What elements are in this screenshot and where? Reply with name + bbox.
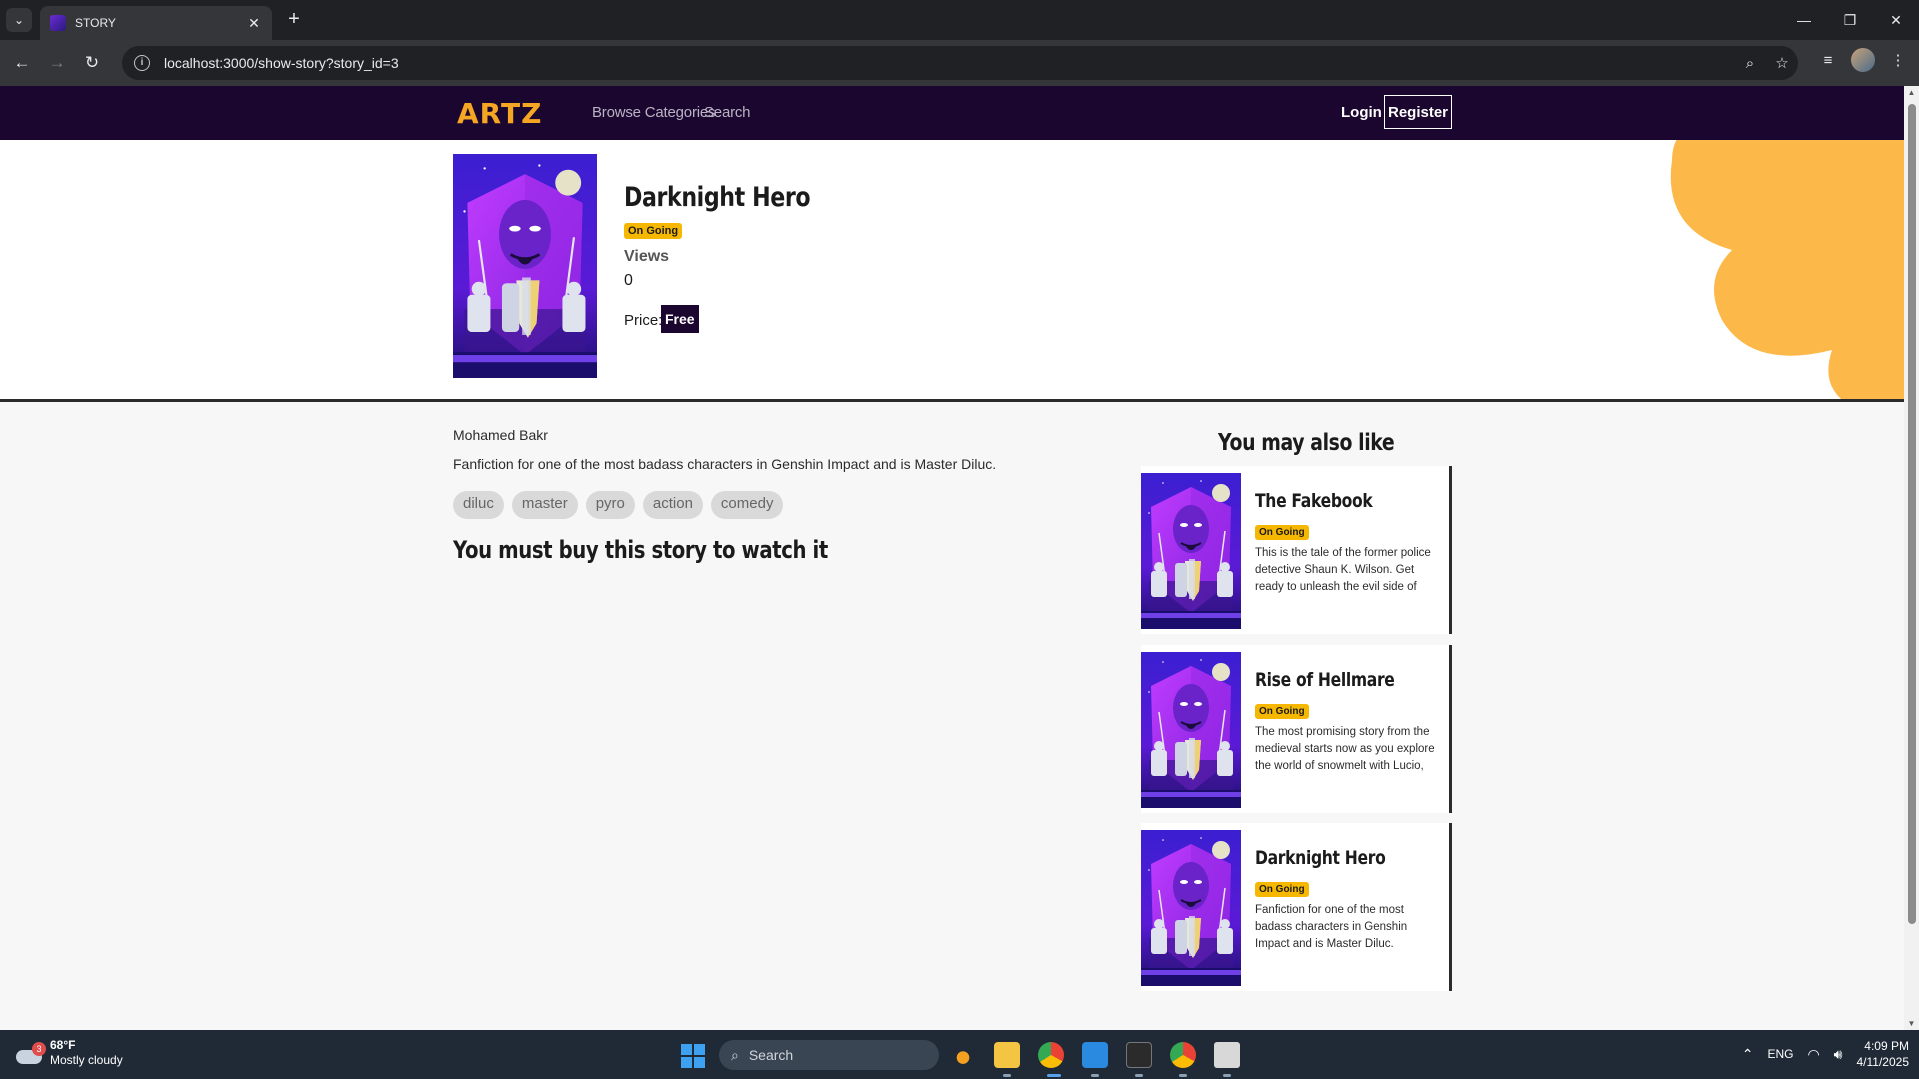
drop-app-icon[interactable] <box>950 1042 976 1068</box>
close-window-button[interactable]: ✕ <box>1873 0 1919 40</box>
app-running-indicator <box>1223 1074 1231 1077</box>
views-count: 0 <box>624 272 633 289</box>
recommendation-title[interactable]: Rise of Hellmare <box>1255 669 1395 691</box>
reload-button[interactable]: ↻ <box>79 50 105 76</box>
file-explorer-icon[interactable] <box>994 1042 1020 1068</box>
login-link[interactable]: Login <box>1341 104 1382 121</box>
app-running-indicator <box>1135 1074 1143 1077</box>
recommendation-cover-image <box>1141 473 1241 629</box>
tag-chip[interactable]: comedy <box>710 491 784 519</box>
app-running-indicator <box>1003 1074 1011 1077</box>
search-icon: ⌕ <box>731 1046 739 1063</box>
decorative-blob <box>1670 140 1904 399</box>
recommendations-heading: You may also like <box>1218 430 1395 456</box>
browser-tab[interactable]: STORY ✕ <box>40 6 272 40</box>
taskbar-search[interactable]: ⌕ Search <box>719 1040 939 1070</box>
zoom-icon[interactable]: ⌕ <box>1734 55 1766 72</box>
status-badge: On Going <box>1255 525 1309 540</box>
vscode-icon[interactable] <box>1082 1042 1108 1068</box>
app-running-indicator <box>1179 1074 1187 1077</box>
bookmark-star-icon[interactable]: ☆ <box>1766 54 1798 72</box>
nav-search[interactable]: Search <box>704 104 751 121</box>
recommendation-card[interactable]: Rise of Hellmare On Going The most promi… <box>1141 645 1452 813</box>
clock-time: 4:09 PM <box>1864 1039 1909 1053</box>
tag-chip[interactable]: master <box>511 491 578 519</box>
weather-badge: 3 <box>32 1042 46 1056</box>
os-taskbar: 3 68°F Mostly cloudy ⌕ Search ⌃ ENG ◠ 🔊︎… <box>0 1030 1919 1079</box>
terminal-icon[interactable] <box>1126 1042 1152 1068</box>
windows-start-icon[interactable] <box>681 1044 705 1068</box>
story-hero: Darknight Hero On Going Views 0 Price: F… <box>0 140 1904 402</box>
taskbar-search-placeholder: Search <box>748 1047 794 1063</box>
clock-date: 4/11/2025 <box>1856 1055 1910 1069</box>
weather-widget[interactable]: 3 68°F Mostly cloudy <box>16 1038 123 1068</box>
page-viewport: ARTZ Browse Categories Search Login Regi… <box>0 86 1904 1030</box>
browser-toolbar: ← → ↻ i localhost:3000/show-story?story_… <box>0 40 1919 86</box>
clock[interactable]: 4:09 PM 4/11/2025 <box>1857 1038 1910 1070</box>
views-label: Views <box>624 248 670 265</box>
browser-tab-bar: ⌄ STORY ✕ + — ❐ ✕ <box>0 0 1919 40</box>
tag-chip[interactable]: diluc <box>453 491 504 519</box>
system-tray: ⌃ ENG ◠ 🔊︎ 4:09 PM 4/11/2025 <box>1742 1038 1909 1070</box>
profile-avatar[interactable] <box>1851 48 1875 72</box>
tag-chip[interactable]: pyro <box>585 491 635 519</box>
menu-dots-icon[interactable]: ⋮ <box>1885 51 1911 69</box>
story-cover-image <box>453 154 597 378</box>
recommendation-description: Fanfiction for one of the most badass ch… <box>1255 904 1408 950</box>
price-badge: Free <box>661 305 699 333</box>
scroll-down-arrow-icon[interactable]: ▼ <box>1907 1019 1916 1028</box>
chevron-up-icon[interactable]: ⌃ <box>1742 1046 1754 1063</box>
app-window-icon[interactable] <box>1214 1042 1240 1068</box>
register-button[interactable]: Register <box>1384 95 1452 129</box>
site-logo[interactable]: ARTZ <box>457 97 542 130</box>
site-info-icon[interactable]: i <box>134 55 150 71</box>
forward-button[interactable]: → <box>44 50 70 76</box>
wifi-icon[interactable]: ◠ <box>1807 1046 1819 1063</box>
recommendation-cover-image <box>1141 830 1241 986</box>
tag-chip[interactable]: action <box>642 491 703 519</box>
tab-title: STORY <box>75 16 116 30</box>
recommendation-description: The most promising story from the mediev… <box>1255 726 1435 772</box>
tab-favicon-icon <box>50 15 66 31</box>
new-tab-button[interactable]: + <box>282 8 306 32</box>
status-badge: On Going <box>1255 882 1309 897</box>
speaker-icon[interactable]: 🔊︎ <box>1834 1046 1843 1063</box>
page-scrollbar[interactable]: ▲ ▼ <box>1904 86 1919 1030</box>
url-text[interactable]: localhost:3000/show-story?story_id=3 <box>164 55 1734 71</box>
recommendation-title[interactable]: The Fakebook <box>1255 490 1373 512</box>
scrollbar-thumb[interactable] <box>1908 104 1916 924</box>
app-running-indicator <box>1091 1074 1099 1077</box>
story-title: Darknight Hero <box>624 182 811 213</box>
language-indicator[interactable]: ENG <box>1767 1047 1793 1061</box>
minimize-button[interactable]: — <box>1781 0 1827 40</box>
window-controls: — ❐ ✕ <box>1781 0 1919 40</box>
restore-button[interactable]: ❐ <box>1827 0 1873 40</box>
weather-description: Mostly cloudy <box>50 1053 123 1067</box>
buy-required-message: You must buy this story to watch it <box>453 536 828 564</box>
media-control-icon[interactable]: ≡ <box>1815 52 1841 69</box>
tag-list: diluc master pyro action comedy <box>453 491 784 519</box>
scroll-up-arrow-icon[interactable]: ▲ <box>1907 88 1916 97</box>
app-active-indicator <box>1047 1074 1061 1077</box>
nav-browse-categories[interactable]: Browse Categories <box>592 104 716 121</box>
status-badge: On Going <box>624 223 683 239</box>
chrome-icon[interactable] <box>1038 1042 1064 1068</box>
story-description: Fanfiction for one of the most badass ch… <box>453 456 997 472</box>
site-navbar: ARTZ Browse Categories Search Login Regi… <box>0 86 1904 140</box>
recommendation-cover-image <box>1141 652 1241 808</box>
status-badge: On Going <box>1255 704 1309 719</box>
recommendation-description: This is the tale of the former police de… <box>1255 547 1431 593</box>
tab-search-button[interactable]: ⌄ <box>6 8 32 32</box>
recommendation-card[interactable]: The Fakebook On Going This is the tale o… <box>1141 466 1452 634</box>
back-button[interactable]: ← <box>9 50 35 76</box>
weather-temperature: 68°F <box>50 1038 76 1052</box>
price-label: Price: <box>624 312 663 329</box>
recommendation-card[interactable]: Darknight Hero On Going Fanfiction for o… <box>1141 823 1452 991</box>
story-author: Mohamed Bakr <box>453 427 548 443</box>
chrome-profile-icon[interactable] <box>1170 1042 1196 1068</box>
cloud-icon: 3 <box>16 1042 46 1064</box>
tab-close-icon[interactable]: ✕ <box>246 15 262 32</box>
address-bar[interactable]: i localhost:3000/show-story?story_id=3 ⌕… <box>122 46 1798 80</box>
recommendation-title[interactable]: Darknight Hero <box>1255 847 1386 869</box>
